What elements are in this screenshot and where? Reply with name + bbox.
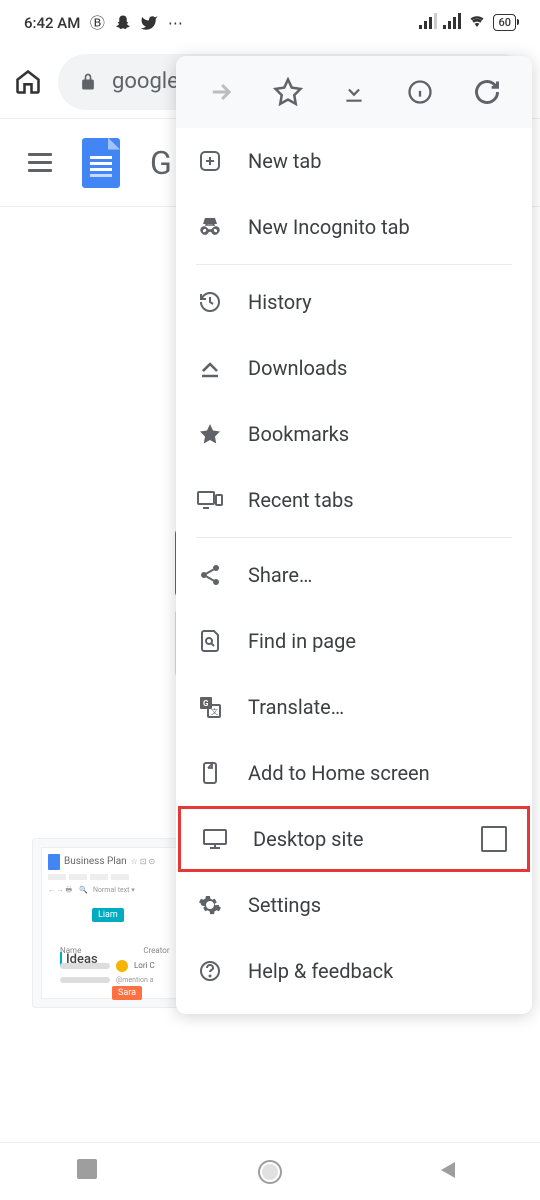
download-button[interactable] xyxy=(332,70,376,114)
menu-help[interactable]: Help & feedback xyxy=(176,938,532,1004)
translate-icon: G文 xyxy=(196,693,224,721)
menu-bookmarks[interactable]: Bookmarks xyxy=(176,401,532,467)
more-icon: ⋯ xyxy=(166,14,184,32)
menu-toolbar xyxy=(176,56,532,128)
bookmark-button[interactable] xyxy=(266,70,310,114)
status-time: 6:42 AM xyxy=(24,14,80,32)
find-icon xyxy=(196,627,224,655)
recent-tabs-icon xyxy=(196,486,224,514)
menu-label: Share… xyxy=(248,563,312,587)
svg-text:G: G xyxy=(203,699,209,708)
bookmarks-icon xyxy=(196,420,224,448)
menu-history[interactable]: History xyxy=(176,269,532,335)
menu-downloads[interactable]: Downloads xyxy=(176,335,532,401)
mockup-chip-liam: Liam xyxy=(92,908,124,922)
menu-find[interactable]: Find in page xyxy=(176,608,532,674)
menu-label: Bookmarks xyxy=(248,422,349,446)
nav-back[interactable] xyxy=(437,1159,463,1185)
menu-label: History xyxy=(248,290,312,314)
status-bar: 6:42 AM Ⓑ ⋯ 60 xyxy=(0,0,540,45)
menu-incognito[interactable]: New Incognito tab xyxy=(176,194,532,260)
new-tab-icon xyxy=(196,147,224,175)
forward-button[interactable] xyxy=(199,70,243,114)
docs-logo-icon xyxy=(82,138,120,188)
menu-label: Find in page xyxy=(248,629,356,653)
menu-label: Help & feedback xyxy=(248,959,393,983)
menu-translate[interactable]: G文 Translate… xyxy=(176,674,532,740)
mockup-chip-sara: Sara xyxy=(112,986,142,1000)
menu-share[interactable]: Share… xyxy=(176,542,532,608)
reload-button[interactable] xyxy=(465,70,509,114)
menu-label: Downloads xyxy=(248,356,347,380)
svg-text:文: 文 xyxy=(211,707,218,716)
share-icon xyxy=(196,561,224,589)
add-home-icon xyxy=(196,759,224,787)
signal-icon-2 xyxy=(443,13,461,33)
menu-new-tab[interactable]: New tab xyxy=(176,128,532,194)
battery-icon: 60 xyxy=(493,14,516,31)
signal-icon xyxy=(419,13,437,33)
menu-label: Add to Home screen xyxy=(248,761,430,785)
downloads-icon xyxy=(196,354,224,382)
info-button[interactable] xyxy=(398,70,442,114)
browser-menu: New tab New Incognito tab History Downlo… xyxy=(176,56,532,1014)
incognito-icon xyxy=(196,213,224,241)
url-text: google xyxy=(112,69,179,94)
menu-desktop-site[interactable]: Desktop site xyxy=(178,806,530,872)
menu-recent-tabs[interactable]: Recent tabs xyxy=(176,467,532,533)
status-icon-b: Ⓑ xyxy=(88,14,106,32)
menu-add-home[interactable]: Add to Home screen xyxy=(176,740,532,806)
home-button[interactable] xyxy=(10,64,46,100)
menu-label: New tab xyxy=(248,149,322,173)
google-logo-text: G xyxy=(150,144,172,182)
wifi-icon xyxy=(467,13,487,33)
menu-label: New Incognito tab xyxy=(248,215,410,239)
twitter-icon xyxy=(140,14,158,32)
history-icon xyxy=(196,288,224,316)
nav-recent[interactable] xyxy=(77,1159,103,1185)
settings-icon xyxy=(196,891,224,919)
desktop-checkbox[interactable] xyxy=(481,826,507,852)
snapchat-icon xyxy=(114,14,132,32)
menu-label: Recent tabs xyxy=(248,488,354,512)
nav-home[interactable] xyxy=(257,1159,283,1185)
menu-label: Translate… xyxy=(248,695,344,719)
lock-icon xyxy=(78,72,98,92)
mockup-title: Business Plan xyxy=(64,856,127,867)
desktop-icon xyxy=(201,825,229,853)
hamburger-menu[interactable] xyxy=(28,153,52,172)
menu-settings[interactable]: Settings xyxy=(176,872,532,938)
menu-label: Settings xyxy=(248,893,321,917)
bottom-nav xyxy=(0,1142,540,1200)
menu-label: Desktop site xyxy=(253,827,363,851)
help-icon xyxy=(196,957,224,985)
